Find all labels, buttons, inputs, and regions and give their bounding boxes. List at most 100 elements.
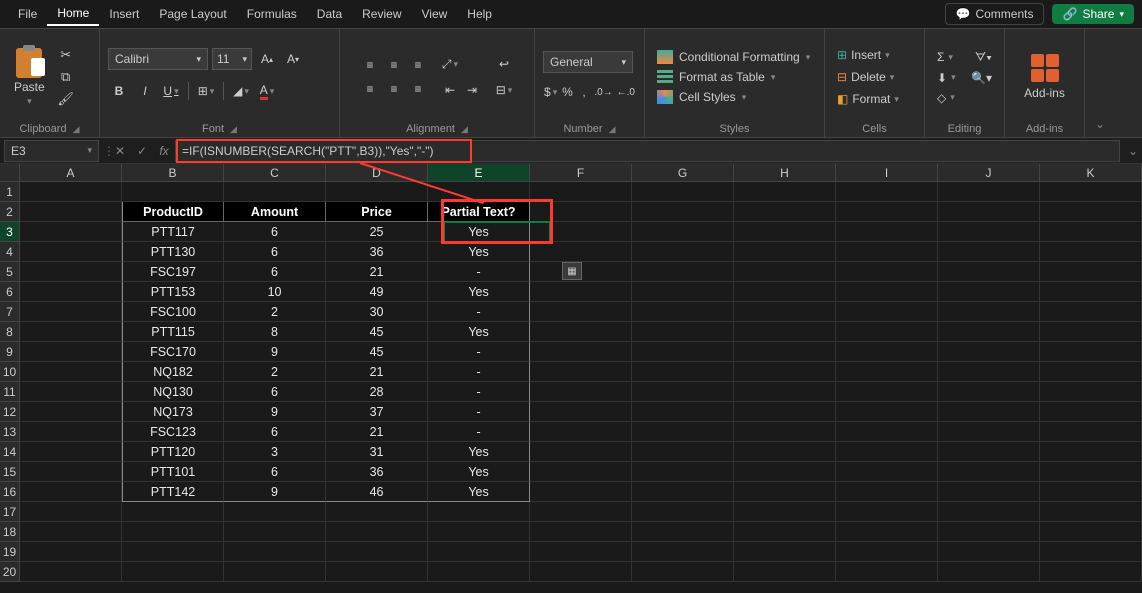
cell-C5[interactable]: 6	[224, 262, 326, 282]
cell-D2[interactable]: Price	[326, 202, 428, 222]
cell-K14[interactable]	[1040, 442, 1142, 462]
formula-input[interactable]: =IF(ISNUMBER(SEARCH("PTT",B3)),"Yes","-"…	[176, 144, 1119, 158]
cell-F8[interactable]	[530, 322, 632, 342]
paste-button[interactable]: Paste ▾	[8, 44, 51, 111]
cell-J6[interactable]	[938, 282, 1040, 302]
cell-J1[interactable]	[938, 182, 1040, 202]
increase-font-button[interactable]: A▴	[256, 48, 278, 70]
enter-formula-button[interactable]: ✓	[131, 144, 153, 158]
cell-B9[interactable]: FSC170	[122, 342, 224, 362]
cell-F3[interactable]	[530, 222, 632, 242]
cell-B15[interactable]: PTT101	[122, 462, 224, 482]
cell-I15[interactable]	[836, 462, 938, 482]
align-top-button[interactable]: ≡	[359, 54, 381, 76]
cell-J14[interactable]	[938, 442, 1040, 462]
cell-A18[interactable]	[20, 522, 122, 542]
cell-C12[interactable]: 9	[224, 402, 326, 422]
cell-C3[interactable]: 6	[224, 222, 326, 242]
autofill-options-button[interactable]: ▦	[562, 262, 582, 280]
cell-F14[interactable]	[530, 442, 632, 462]
cancel-formula-button[interactable]: ✕	[109, 144, 131, 158]
cell-G18[interactable]	[632, 522, 734, 542]
cell-J4[interactable]	[938, 242, 1040, 262]
cell-I5[interactable]	[836, 262, 938, 282]
menu-home[interactable]: Home	[47, 2, 99, 26]
cell-D7[interactable]: 30	[326, 302, 428, 322]
cell-B10[interactable]: NQ182	[122, 362, 224, 382]
col-header-J[interactable]: J	[938, 164, 1040, 182]
cell-I6[interactable]	[836, 282, 938, 302]
cell-J7[interactable]	[938, 302, 1040, 322]
row-header-7[interactable]: 7	[0, 302, 20, 322]
cell-B12[interactable]: NQ173	[122, 402, 224, 422]
cell-C6[interactable]: 10	[224, 282, 326, 302]
merge-button[interactable]: ⊟	[493, 79, 515, 101]
orientation-button[interactable]: ⤢	[439, 53, 461, 75]
cell-K1[interactable]	[1040, 182, 1142, 202]
cell-G10[interactable]	[632, 362, 734, 382]
row-header-18[interactable]: 18	[0, 522, 20, 542]
sort-filter-button[interactable]: ᗊ▾	[975, 50, 992, 65]
cell-F19[interactable]	[530, 542, 632, 562]
align-left-button[interactable]: ≡	[359, 78, 381, 100]
cell-A8[interactable]	[20, 322, 122, 342]
conditional-formatting-button[interactable]: Conditional Formatting▾	[653, 48, 816, 66]
cell-H15[interactable]	[734, 462, 836, 482]
cell-H5[interactable]	[734, 262, 836, 282]
cell-H10[interactable]	[734, 362, 836, 382]
cell-H14[interactable]	[734, 442, 836, 462]
decrease-indent-button[interactable]: ⇤	[439, 79, 461, 101]
cell-C20[interactable]	[224, 562, 326, 582]
insert-cells-button[interactable]: ⊞Insert▾	[833, 46, 916, 64]
cell-E11[interactable]: -	[428, 382, 530, 402]
cell-A12[interactable]	[20, 402, 122, 422]
row-header-4[interactable]: 4	[0, 242, 20, 262]
cell-B14[interactable]: PTT120	[122, 442, 224, 462]
cell-F15[interactable]	[530, 462, 632, 482]
cell-B2[interactable]: ProductID	[122, 202, 224, 222]
comments-button[interactable]: 💬 Comments	[945, 3, 1045, 25]
cell-G6[interactable]	[632, 282, 734, 302]
cell-E9[interactable]: -	[428, 342, 530, 362]
cell-J19[interactable]	[938, 542, 1040, 562]
cell-E17[interactable]	[428, 502, 530, 522]
col-header-B[interactable]: B	[122, 164, 224, 182]
cell-C18[interactable]	[224, 522, 326, 542]
cell-G3[interactable]	[632, 222, 734, 242]
cell-E12[interactable]: -	[428, 402, 530, 422]
cell-G7[interactable]	[632, 302, 734, 322]
row-header-12[interactable]: 12	[0, 402, 20, 422]
cell-H1[interactable]	[734, 182, 836, 202]
cell-F13[interactable]	[530, 422, 632, 442]
select-all-corner[interactable]	[0, 164, 20, 182]
cell-A11[interactable]	[20, 382, 122, 402]
cell-H4[interactable]	[734, 242, 836, 262]
cell-G15[interactable]	[632, 462, 734, 482]
fill-color-button[interactable]: ◢	[230, 80, 252, 102]
cell-A14[interactable]	[20, 442, 122, 462]
cell-C9[interactable]: 9	[224, 342, 326, 362]
cell-J10[interactable]	[938, 362, 1040, 382]
cell-F10[interactable]	[530, 362, 632, 382]
cell-H17[interactable]	[734, 502, 836, 522]
cell-K9[interactable]	[1040, 342, 1142, 362]
cell-K10[interactable]	[1040, 362, 1142, 382]
cell-J17[interactable]	[938, 502, 1040, 522]
row-header-11[interactable]: 11	[0, 382, 20, 402]
row-header-15[interactable]: 15	[0, 462, 20, 482]
cell-E15[interactable]: Yes	[428, 462, 530, 482]
cell-H7[interactable]	[734, 302, 836, 322]
cell-E20[interactable]	[428, 562, 530, 582]
col-header-F[interactable]: F	[530, 164, 632, 182]
cell-B11[interactable]: NQ130	[122, 382, 224, 402]
cell-D13[interactable]: 21	[326, 422, 428, 442]
cell-H6[interactable]	[734, 282, 836, 302]
cell-F16[interactable]	[530, 482, 632, 502]
cell-E18[interactable]	[428, 522, 530, 542]
cell-A15[interactable]	[20, 462, 122, 482]
cell-K20[interactable]	[1040, 562, 1142, 582]
row-header-3[interactable]: 3	[0, 222, 20, 242]
cell-D8[interactable]: 45	[326, 322, 428, 342]
cell-H11[interactable]	[734, 382, 836, 402]
cell-B18[interactable]	[122, 522, 224, 542]
